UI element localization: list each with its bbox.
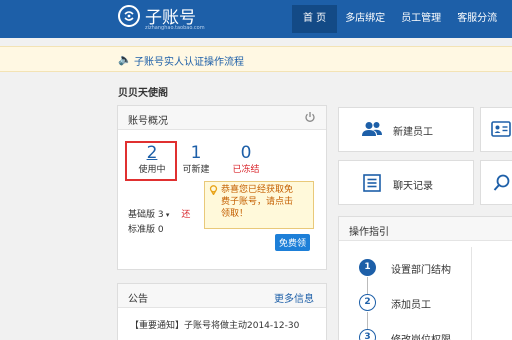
users-icon — [362, 122, 382, 136]
new-employee-tile[interactable]: 新建员工 — [338, 107, 474, 152]
notice-link[interactable]: 子账号实人认证操作流程 — [134, 53, 244, 68]
version-list: 基础版 3 ▾ 还 标准版 0 — [128, 208, 190, 238]
stat-frozen-value: 0 — [240, 143, 252, 163]
new-employee-label: 新建员工 — [393, 127, 433, 138]
truncated-link[interactable]: 还 — [181, 210, 190, 220]
main-nav: 首 页 多店绑定 员工管理 客服分流 — [292, 0, 505, 38]
stat-frozen[interactable]: 0 已冻结 — [224, 144, 268, 175]
bulletin-item[interactable]: 【重要通知】子账号将做主动2014-12-30 — [130, 318, 320, 331]
stat-available-label: 可新建 — [182, 165, 210, 175]
chat-records-label: 聊天记录 — [393, 181, 433, 192]
bulletin-title: 公告 — [128, 294, 148, 305]
guide-title: 操作指引 — [349, 227, 389, 238]
guide-header: 操作指引 — [339, 217, 512, 241]
stat-available[interactable]: 1 可新建 — [176, 144, 216, 175]
bulletin-panel: 公告 更多信息 【重要通知】子账号将做主动2014-12-30 — [117, 283, 327, 340]
tooltip-line-2: 费子账号，请点击 — [221, 197, 294, 207]
step-connector — [367, 277, 368, 295]
contact-card-tile[interactable] — [480, 107, 512, 152]
step-number: 1 — [359, 259, 376, 276]
bulletin-header: 公告 更多信息 — [118, 284, 326, 308]
more-info-link[interactable]: 更多信息 — [274, 290, 314, 305]
step-label: 添加员工 — [391, 300, 431, 311]
nav-customer-service-routing[interactable]: 客服分流 — [449, 0, 505, 38]
location-pin-icon — [209, 185, 218, 195]
panel-title: 账号概况 — [128, 116, 168, 127]
panel-header: 账号概况 — [118, 106, 326, 130]
notice-bar: 🔈 子账号实人认证操作流程 — [0, 46, 512, 72]
power-icon[interactable] — [304, 111, 316, 123]
step-number: 3 — [359, 329, 376, 340]
document-icon — [363, 174, 381, 192]
stat-frozen-label: 已冻结 — [232, 165, 260, 175]
step-number: 2 — [359, 294, 376, 311]
contact-card-icon — [491, 121, 511, 137]
stat-in-use-value: 2 — [146, 143, 158, 163]
shop-name: 贝贝天使阁 — [118, 88, 168, 99]
step-connector — [367, 312, 368, 330]
standard-version-count: 标准版 0 — [128, 225, 164, 235]
stat-in-use-label: 使用中 — [138, 165, 166, 175]
tooltip-line-3: 领取！ — [221, 209, 249, 219]
step-label: 设置部门结构 — [391, 265, 451, 276]
nav-multi-store[interactable]: 多店绑定 — [337, 0, 393, 38]
stat-in-use[interactable]: 2 使用中 — [132, 144, 172, 175]
tooltip-line-1: 恭喜您已经获取免 — [221, 185, 294, 195]
operation-guide-panel: 操作指引 1 设置部门结构 2 添加员工 3 修改岗位权限 — [338, 216, 512, 340]
logo-subtitle: zizhanghao.taobao.com — [145, 25, 205, 31]
stat-available-value: 1 — [190, 143, 202, 163]
speaker-icon: 🔈 — [118, 53, 132, 66]
guide-divider — [471, 247, 472, 340]
logo[interactable]: 子账号 zizhanghao.taobao.com — [118, 3, 228, 35]
nav-home[interactable]: 首 页 — [292, 5, 338, 33]
logo-icon — [118, 5, 140, 27]
chat-records-tile[interactable]: 聊天记录 — [338, 160, 474, 205]
step-label: 修改岗位权限 — [391, 331, 451, 340]
basic-version-count: 基础版 3 — [128, 210, 164, 220]
free-claim-button[interactable]: 免费领 — [274, 234, 310, 251]
top-navbar: 子账号 zizhanghao.taobao.com 首 页 多店绑定 员工管理 … — [0, 0, 512, 38]
nav-employee-management[interactable]: 员工管理 — [393, 0, 449, 38]
free-account-tooltip: 恭喜您已经获取免 费子账号，请点击 领取！ — [204, 181, 314, 229]
search-tile[interactable] — [480, 160, 512, 205]
search-icon — [493, 174, 510, 191]
